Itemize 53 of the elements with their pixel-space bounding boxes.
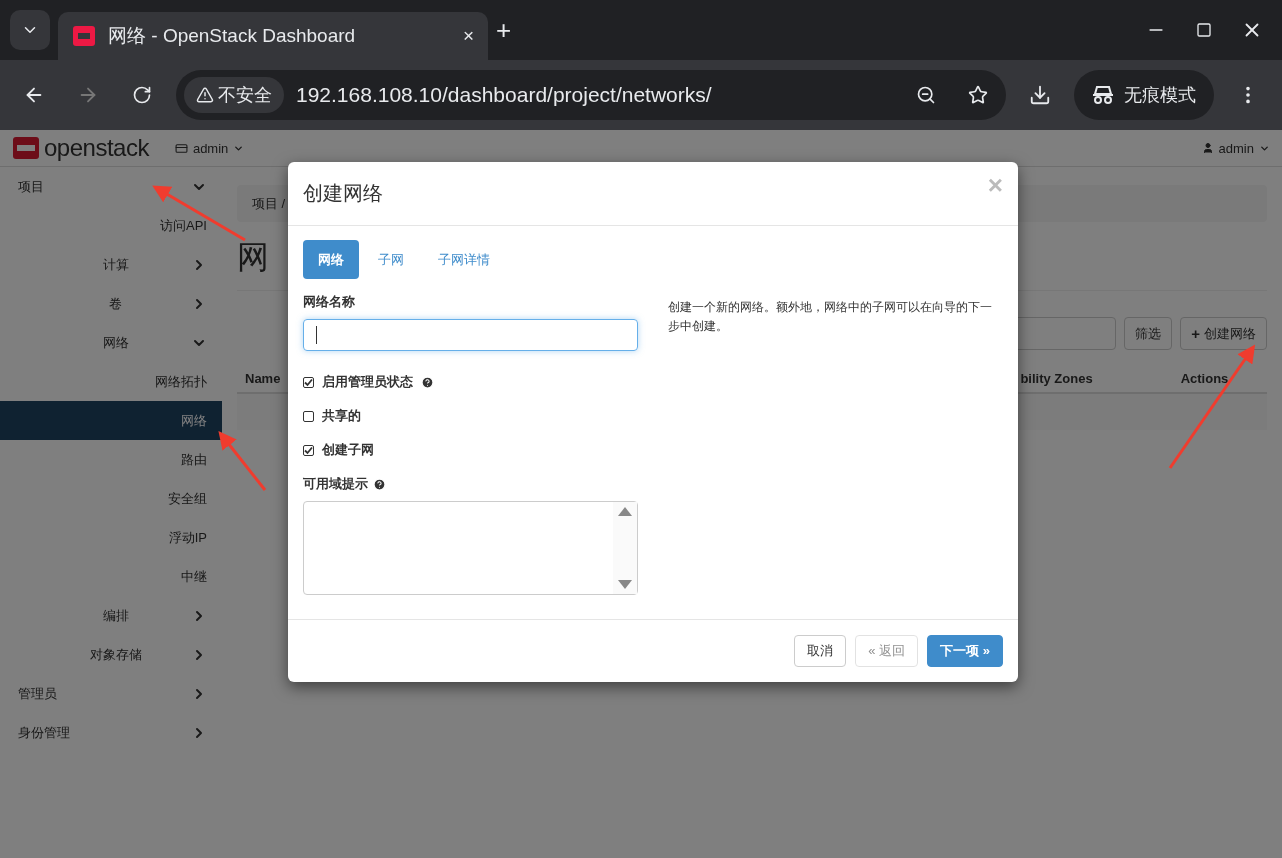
checkbox-label: 共享的 bbox=[322, 407, 361, 425]
new-tab-button[interactable]: + bbox=[496, 14, 512, 46]
incognito-icon bbox=[1092, 85, 1114, 105]
help-icon bbox=[373, 477, 386, 491]
security-chip[interactable]: 不安全 bbox=[184, 77, 284, 113]
dialog-description: 创建一个新的网络。额外地，网络中的子网可以在向导的下一步中创建。 bbox=[668, 299, 993, 335]
column-header: bility Zones bbox=[1020, 370, 1093, 386]
checkbox-label: 创建子网 bbox=[322, 441, 374, 459]
openstack-logo-icon bbox=[72, 25, 96, 47]
field-label: 可用域提示 bbox=[303, 475, 368, 493]
incognito-button[interactable]: 无痕模式 bbox=[1074, 70, 1214, 120]
tab[interactable]: 子网详情 bbox=[423, 240, 505, 279]
sidebar-item[interactable]: 访问API bbox=[0, 206, 222, 245]
scroll-up-icon[interactable] bbox=[617, 506, 633, 517]
sidebar-item[interactable]: 编排 bbox=[0, 596, 222, 635]
sidebar-item[interactable]: 网络 bbox=[0, 323, 222, 362]
checkbox-label: 启用管理员状态 bbox=[322, 373, 413, 391]
filter-button[interactable]: 筛选 bbox=[1124, 317, 1173, 350]
sidebar-item[interactable]: 浮动IP bbox=[0, 518, 222, 557]
annotation-arrow bbox=[218, 430, 267, 491]
create-network-button[interactable]: + 创建网络 bbox=[1180, 317, 1267, 350]
warning-icon bbox=[196, 86, 214, 104]
scroll-down-icon[interactable] bbox=[617, 579, 633, 590]
sidebar-item[interactable]: 项目 bbox=[0, 167, 222, 206]
sidebar-item[interactable]: 网络 bbox=[0, 401, 222, 440]
close-tab-button[interactable]: × bbox=[462, 25, 474, 47]
card-icon bbox=[174, 141, 188, 155]
openstack-logo[interactable]: openstack bbox=[12, 134, 149, 162]
address-bar[interactable]: 不安全 192.168.108.10/dashboard/project/networks/ bbox=[176, 70, 1006, 120]
dialog-button[interactable]: 取消 bbox=[794, 635, 847, 667]
checkbox[interactable] bbox=[303, 376, 314, 388]
sidebar-item[interactable]: 卷 bbox=[0, 284, 222, 323]
sidebar-item[interactable]: 中继 bbox=[0, 557, 222, 596]
user-menu[interactable]: admin bbox=[1201, 140, 1270, 156]
tab[interactable]: 子网 bbox=[363, 240, 419, 279]
checkbox[interactable] bbox=[303, 444, 314, 456]
sidebar-item[interactable]: 计算 bbox=[0, 245, 222, 284]
field-label: 网络名称 bbox=[303, 293, 356, 311]
user-icon bbox=[1201, 142, 1214, 154]
checkbox[interactable] bbox=[303, 410, 314, 422]
network-name-field[interactable] bbox=[303, 319, 638, 351]
sidebar-item[interactable]: 安全组 bbox=[0, 479, 222, 518]
sidebar-item[interactable]: 管理员 bbox=[0, 674, 222, 713]
sidebar-item[interactable]: 对象存储 bbox=[0, 635, 222, 674]
sidebar-item[interactable]: 身份管理 bbox=[0, 713, 222, 752]
browser-tab[interactable]: 网络 - OpenStack Dashboard × bbox=[58, 12, 488, 60]
sidebar-item[interactable]: 网络拓扑 bbox=[0, 362, 222, 401]
dialog-button[interactable]: 下一项 » bbox=[927, 635, 1003, 667]
tab[interactable]: 网络 bbox=[303, 240, 359, 279]
sidebar-item[interactable]: 路由 bbox=[0, 440, 222, 479]
project-menu[interactable]: admin bbox=[174, 140, 245, 156]
column-header: Actions bbox=[1180, 370, 1229, 386]
column-header: Name bbox=[245, 370, 281, 386]
